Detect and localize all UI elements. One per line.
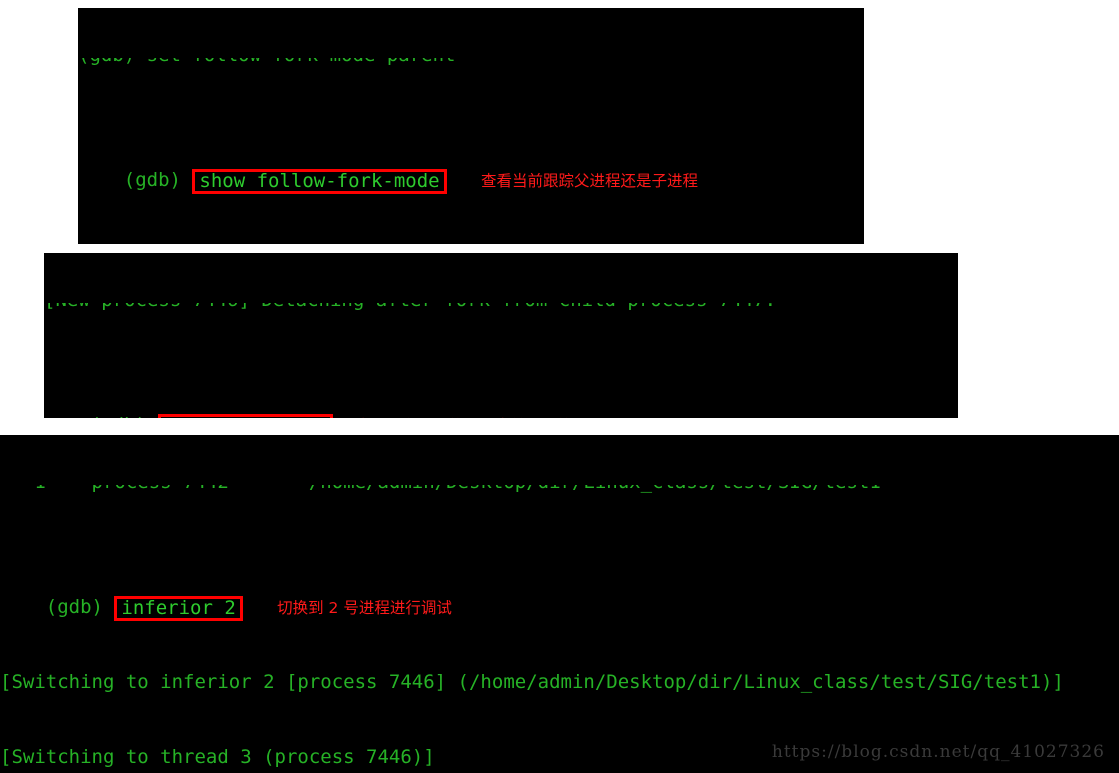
annotation-note: 切换到 2 号进程进行调试 bbox=[277, 599, 452, 617]
clipped-top-line-1-text: (gdb) set follow-fork-mode parent bbox=[78, 58, 456, 68]
highlighted-command-info-inferiors[interactable]: info inferiors bbox=[158, 414, 333, 418]
terminal-line: (gdb) info inferiors 查看正在调试的进程当前调试的是 3 号 bbox=[44, 388, 958, 418]
clipped-top-line-3: 1 process 7442 /home/admin/Desktop/dir/L… bbox=[0, 485, 1119, 495]
gdb-prompt: (gdb) bbox=[90, 414, 159, 418]
gdb-prompt: (gdb) bbox=[45, 596, 115, 618]
clipped-top-line-2: [New process 7446] Detaching after fork … bbox=[44, 303, 958, 313]
terminal-output-text: [Switching to thread 3 (process 7446)] bbox=[0, 746, 435, 768]
highlighted-command-show-follow-fork-mode[interactable]: show follow-fork-mode bbox=[192, 169, 447, 194]
terminal-block-2: [New process 7446] Detaching after fork … bbox=[44, 253, 958, 418]
terminal-line: Debugger response to a program call of f… bbox=[78, 243, 864, 244]
terminal-output-text: [Switching to inferior 2 [process 7446] … bbox=[0, 671, 1064, 693]
annotation-note: 查看正在调试的进程当前调试的是 3 号 bbox=[355, 417, 623, 418]
terminal-line: (gdb) show follow-fork-mode 查看当前跟踪父进程还是子… bbox=[78, 143, 864, 194]
gdb-prompt: (gdb) bbox=[123, 169, 193, 191]
highlighted-command-inferior-2[interactable]: inferior 2 bbox=[114, 596, 243, 621]
terminal-block-1: (gdb) set follow-fork-mode parent (gdb) … bbox=[78, 8, 864, 244]
clipped-top-line-2-text: [New process 7446] Detaching after fork … bbox=[44, 303, 776, 313]
terminal-line: (gdb) inferior 2 切换到 2 号进程进行调试 bbox=[0, 570, 1119, 621]
terminal-line: [Switching to inferior 2 [process 7446] … bbox=[0, 670, 1119, 695]
clipped-top-line-1: (gdb) set follow-fork-mode parent bbox=[78, 58, 864, 68]
clipped-top-line-3-text: 1 process 7442 /home/admin/Desktop/dir/L… bbox=[0, 485, 881, 495]
annotation-note: 查看当前跟踪父进程还是子进程 bbox=[480, 172, 698, 190]
watermark: https://blog.csdn.net/qq_41027326 bbox=[771, 742, 1105, 762]
terminal-block-3: 1 process 7442 /home/admin/Desktop/dir/L… bbox=[0, 435, 1119, 773]
